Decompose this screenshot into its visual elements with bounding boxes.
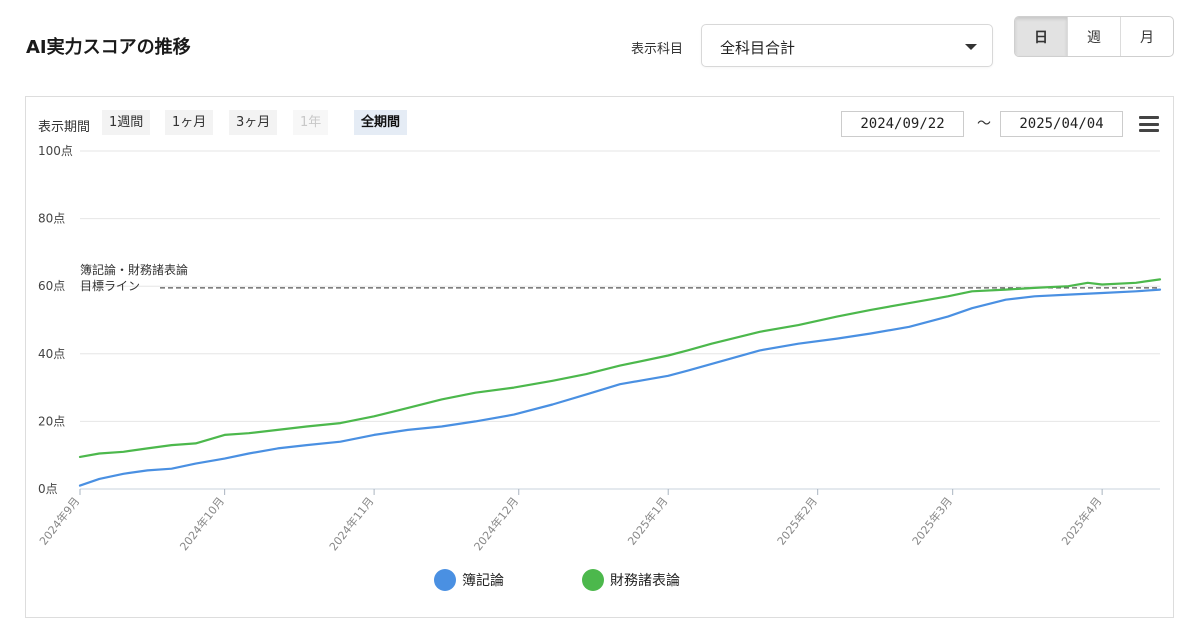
legend-label-zaimu: 財務諸表論 bbox=[610, 573, 680, 589]
x-tick-label: 2025年3月 bbox=[909, 494, 955, 548]
target-label-line1: 簿記論・財務諸表論 bbox=[80, 262, 188, 277]
y-tick-label: 20点 bbox=[38, 414, 65, 428]
x-tick-label: 2025年1月 bbox=[624, 494, 670, 548]
x-tick-label: 2024年10月 bbox=[177, 494, 227, 553]
legend-dot-boki bbox=[434, 569, 456, 591]
x-tick-label: 2025年4月 bbox=[1058, 494, 1104, 548]
y-tick-label: 0点 bbox=[38, 482, 58, 496]
y-tick-label: 40点 bbox=[38, 347, 65, 361]
target-label-line2: 目標ライン bbox=[80, 279, 140, 293]
x-tick-label: 2024年9月 bbox=[36, 494, 82, 548]
legend-item-boki[interactable]: 簿記論 bbox=[434, 569, 504, 591]
legend-label-boki: 簿記論 bbox=[462, 573, 504, 589]
y-tick-label: 100点 bbox=[38, 144, 73, 158]
legend-item-zaimu[interactable]: 財務諸表論 bbox=[582, 569, 680, 591]
series-line-boki bbox=[78, 288, 1162, 487]
x-tick-label: 2024年11月 bbox=[326, 494, 376, 553]
x-tick-label: 2024年12月 bbox=[471, 494, 521, 553]
legend-dot-zaimu bbox=[582, 569, 604, 591]
x-tick-label: 2025年2月 bbox=[774, 494, 820, 548]
series-line-zaimu bbox=[78, 278, 1162, 458]
y-tick-label: 80点 bbox=[38, 212, 65, 226]
y-tick-label: 60点 bbox=[38, 279, 65, 293]
score-line-chart: 0点 20点 40点 60点 80点 100点 2024年9月 2024年10月 2024年11… bbox=[36, 144, 1162, 553]
